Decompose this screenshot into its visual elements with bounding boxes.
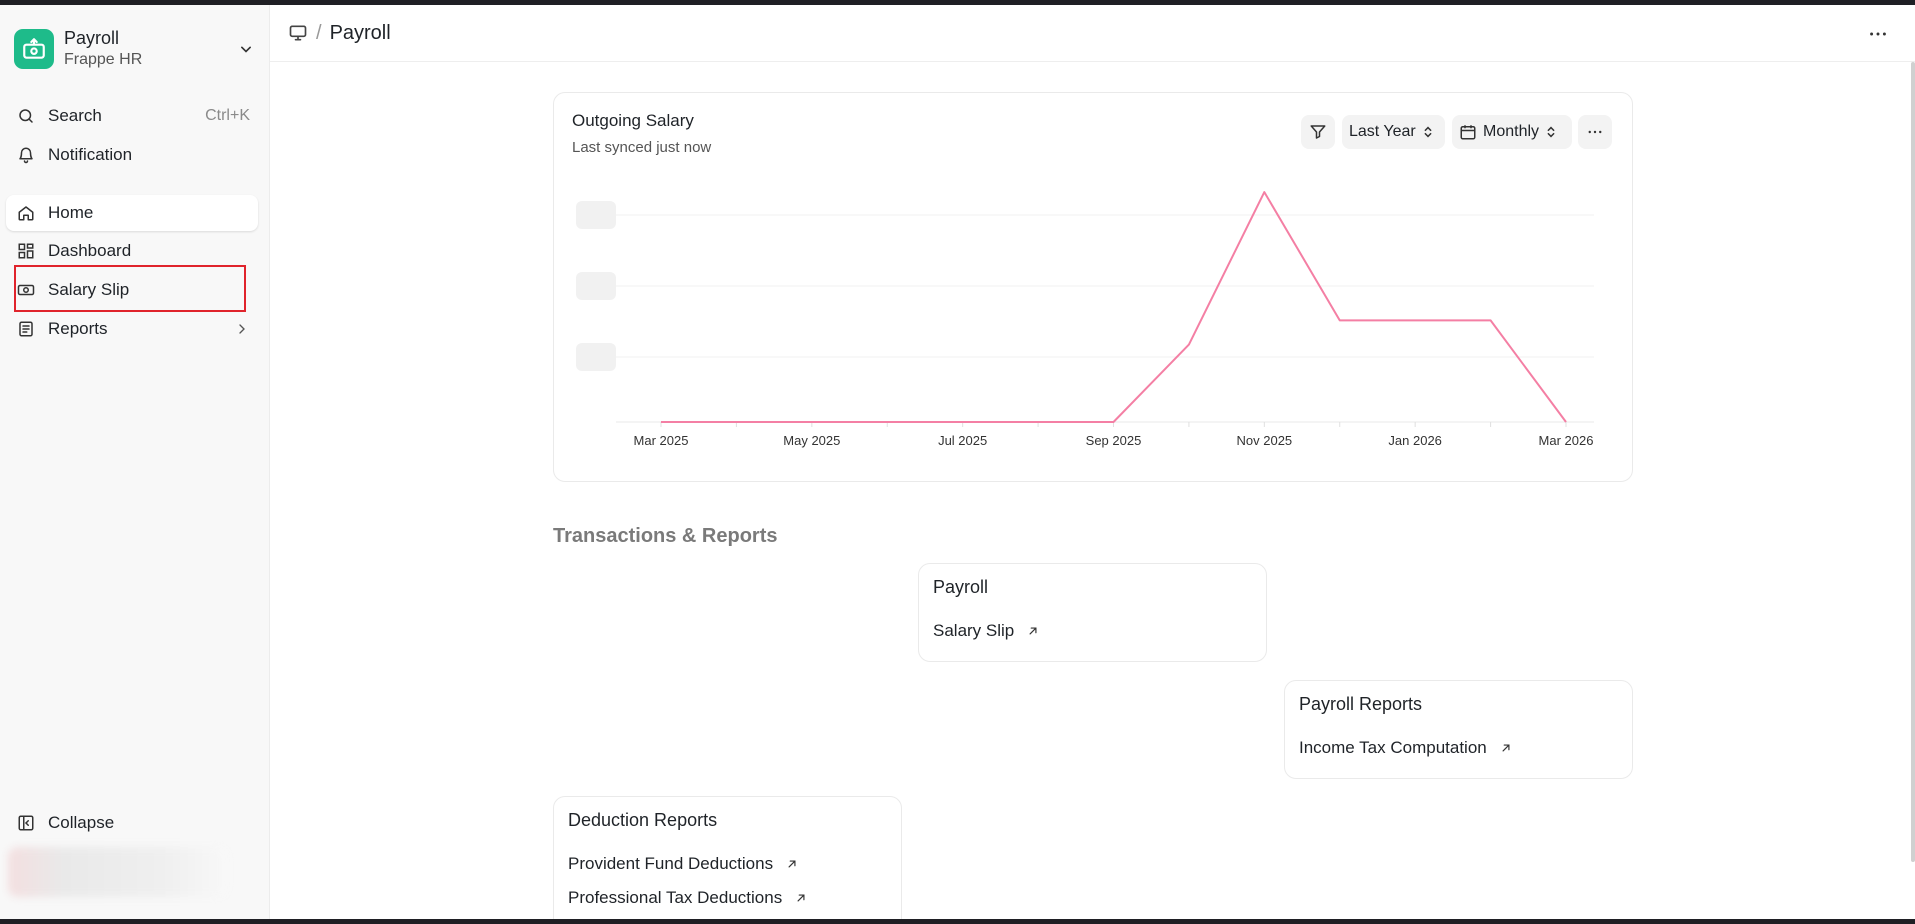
search-button[interactable]: Search Ctrl+K: [6, 98, 258, 134]
professional-tax-deductions-link[interactable]: Professional Tax Deductions: [568, 888, 808, 908]
chevron-down-icon: [241, 46, 251, 53]
search-icon: [16, 106, 36, 126]
collapse-button[interactable]: Collapse: [6, 805, 258, 841]
desktop-icon[interactable]: [288, 23, 308, 43]
sidebar-item-label: Dashboard: [48, 241, 132, 260]
bell-icon: [16, 145, 36, 165]
card-title: Payroll Reports: [1299, 694, 1423, 714]
salary-slip-icon: [16, 280, 36, 300]
x-tick-label: Mar 2026: [1539, 433, 1594, 448]
home-icon: [16, 203, 36, 223]
x-tick-label: Jul 2025: [938, 433, 987, 448]
series-line[interactable]: [661, 191, 1567, 423]
search-shortcut: Ctrl+K: [205, 107, 250, 124]
x-tick-label: Mar 2025: [634, 433, 689, 448]
app-switcher[interactable]: Payroll Frappe HR: [14, 25, 256, 73]
provident-fund-deductions-link[interactable]: Provident Fund Deductions: [568, 854, 799, 874]
notification-button[interactable]: Notification: [6, 137, 258, 173]
more-options-icon[interactable]: [1867, 23, 1889, 45]
y-tick-label-blurred: [576, 201, 616, 229]
card-title: Payroll: [933, 577, 989, 597]
x-tick-label: Nov 2025: [1237, 433, 1293, 448]
income-tax-computation-link[interactable]: Income Tax Computation: [1299, 738, 1513, 758]
scrollbar[interactable]: [1911, 62, 1915, 862]
outgoing-salary-chart-card: Outgoing Salary Last synced just now Las…: [553, 92, 1633, 482]
x-tick-label: Jan 2026: [1388, 433, 1442, 448]
deduction-reports-card: Deduction Reports Provident Fund Deducti…: [553, 796, 902, 919]
sidebar-item-reports[interactable]: Reports: [6, 311, 258, 347]
search-label: Search: [48, 106, 102, 125]
y-tick-label-blurred: [576, 343, 616, 371]
sidebar-item-label: Reports: [48, 319, 108, 338]
arrow-up-right-icon: [788, 860, 796, 868]
collapse-icon: [16, 813, 36, 833]
sidebar-item-label: Home: [48, 203, 94, 222]
arrow-up-right-icon: [797, 894, 805, 902]
arrow-up-right-icon: [1502, 744, 1510, 752]
y-tick-label-blurred: [576, 272, 616, 300]
payroll-card: Payroll Salary Slip: [918, 563, 1267, 662]
sidebar-item-home[interactable]: Home: [6, 195, 258, 231]
x-tick-label: May 2025: [783, 433, 840, 448]
notification-label: Notification: [48, 145, 133, 164]
user-menu-blurred[interactable]: [8, 847, 228, 897]
dashboard-icon: [16, 241, 36, 261]
link-label: Salary Slip: [933, 621, 1015, 640]
link-label: Income Tax Computation: [1299, 738, 1487, 757]
bottom-bar: [0, 919, 1915, 924]
breadcrumb-separator: /: [316, 21, 322, 44]
card-title: Deduction Reports: [568, 810, 718, 830]
org-name: Frappe HR: [64, 51, 143, 68]
sidebar: Payroll Frappe HR Search Ctrl+K Notifica…: [0, 5, 270, 919]
arrow-up-right-icon: [1029, 627, 1037, 635]
page-header: / Payroll: [270, 5, 1915, 62]
outgoing-salary-line-chart: Mar 2025 May 2025 Jul 2025 Sep 2025 Nov 2025…: [576, 191, 1594, 448]
reports-icon: [16, 319, 36, 339]
page-title: Payroll: [329, 21, 391, 44]
link-label: Provident Fund Deductions: [568, 854, 774, 873]
section-title: Transactions & Reports: [553, 525, 778, 547]
app-window: Payroll Frappe HR Search Ctrl+K Notifica…: [0, 5, 1915, 919]
app-name: Payroll: [64, 28, 120, 48]
x-tick-label: Sep 2025: [1086, 433, 1142, 448]
sidebar-item-salary-slip[interactable]: Salary Slip: [6, 272, 258, 308]
link-label: Professional Tax Deductions: [568, 888, 783, 907]
chevron-right-icon: [239, 324, 245, 334]
sidebar-item-label: Salary Slip: [48, 280, 130, 299]
collapse-label: Collapse: [48, 813, 115, 832]
sidebar-item-dashboard[interactable]: Dashboard: [6, 233, 258, 269]
payroll-reports-card: Payroll Reports Income Tax Computation: [1284, 680, 1633, 779]
salary-slip-link[interactable]: Salary Slip: [933, 621, 1040, 641]
payroll-app-icon: [14, 29, 54, 69]
